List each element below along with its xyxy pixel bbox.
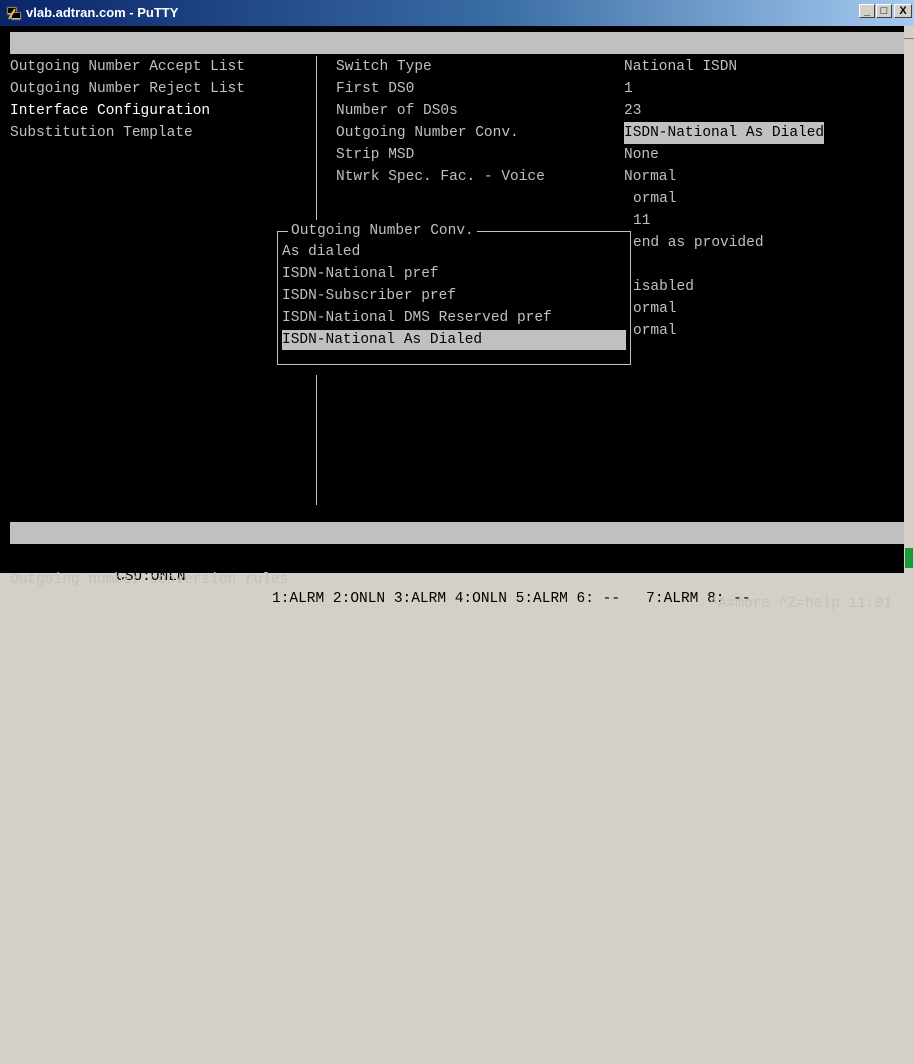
field-label: Outgoing Number Conv. (336, 125, 519, 141)
popup-option[interactable]: As dialed (282, 242, 626, 262)
field-label: Ntwrk Spec. Fac. - Voice (336, 169, 545, 185)
column-separator-top (316, 56, 317, 228)
menu-path-bar: ...S 830/Dial Plan/Network Term[1]/Inter… (10, 32, 904, 73)
scroll-up-arrow-icon[interactable] (904, 26, 914, 39)
field-value-partial[interactable]: ormal (633, 320, 677, 342)
key-hints: ^A=more ^Z=help 11:01 (709, 596, 892, 612)
field-value[interactable]: Normal (624, 166, 676, 188)
left-menu-item-active[interactable]: Interface Configuration (10, 100, 210, 122)
field-label: First DS0 (336, 81, 415, 97)
field-value[interactable]: 1 (624, 78, 633, 100)
putty-icon (6, 6, 22, 21)
maximize-button[interactable]: □ (876, 4, 892, 18)
close-button[interactable]: X (894, 4, 912, 18)
left-menu-item[interactable]: Substitution Template (10, 122, 193, 144)
terminal-screen[interactable]: ...S 830/Dial Plan/Network Term[1]/Inter… (10, 30, 904, 612)
popup-option[interactable]: ISDN-National DMS Reserved pref (282, 308, 626, 328)
field-value[interactable]: None (624, 144, 659, 166)
window-title: vlab.adtran.com - PuTTY (26, 5, 179, 20)
putty-window: vlab.adtran.com - PuTTY _ □ X ...S 830/D… (0, 0, 914, 612)
field-value[interactable]: National ISDN (624, 56, 737, 78)
popup-option-selected[interactable]: ISDN-National As Dialed (282, 330, 626, 350)
status-bar: SYS: OK CSU:ONLN 1:ALRM 2:ONLN 3:ALRM 4:… (10, 522, 904, 607)
scroll-thumb[interactable] (905, 548, 913, 568)
field-value-partial[interactable]: ormal (633, 298, 677, 320)
field-value-selected[interactable]: ISDN-National As Dialed (624, 122, 825, 144)
option-popup: Outgoing Number Conv. As dialed ISDN-Nat… (277, 220, 631, 365)
left-menu-item[interactable]: Outgoing Number Accept List (10, 56, 245, 78)
title-bar[interactable]: vlab.adtran.com - PuTTY _ □ X (0, 0, 914, 26)
popup-option[interactable]: ISDN-National pref (282, 264, 626, 284)
field-value-partial[interactable]: isabled (633, 276, 694, 298)
column-separator-bottom (316, 375, 317, 505)
field-label: Switch Type (336, 59, 432, 75)
field-label: Number of DS0s (336, 103, 458, 119)
field-label: Strip MSD (336, 147, 415, 163)
help-line: Outgoing number conversion rules ^A=more… (10, 544, 904, 612)
left-menu-item[interactable]: Outgoing Number Reject List (10, 78, 245, 100)
popup-title: Outgoing Number Conv. (288, 220, 477, 242)
vertical-scrollbar[interactable] (904, 26, 914, 573)
field-value[interactable]: 23 (624, 100, 641, 122)
help-text: Outgoing number conversion rules (10, 572, 289, 588)
field-value-partial[interactable]: end as provided (633, 232, 764, 254)
port-status: 1:ALRM 2:ONLN 3:ALRM 4:ONLN 5:ALRM 6: --… (272, 591, 751, 607)
popup-option[interactable]: ISDN-Subscriber pref (282, 286, 626, 306)
minimize-button[interactable]: _ (859, 4, 875, 18)
field-value-partial[interactable]: ormal (633, 188, 677, 210)
field-value-partial[interactable]: 11 (633, 210, 650, 232)
